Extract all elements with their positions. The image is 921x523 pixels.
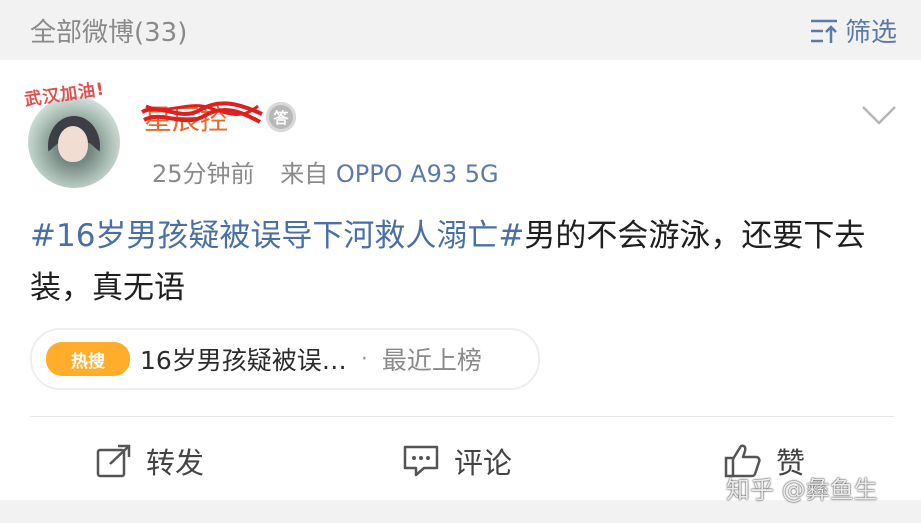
device-link[interactable]: OPPO A93 5G: [336, 160, 499, 188]
hot-search-rank: 最近上榜: [381, 346, 482, 375]
filter-button[interactable]: 筛选: [809, 12, 897, 49]
watermark: 知乎 @彝鱼生: [726, 476, 878, 504]
username-text: 星辰控: [144, 103, 229, 136]
repost-icon: [96, 444, 131, 478]
comment-icon: [403, 445, 439, 477]
source-prefix: 来自: [280, 160, 329, 188]
avatar-image: [28, 96, 120, 188]
chevron-down-icon[interactable]: [861, 104, 897, 126]
repost-label: 转发: [146, 446, 205, 480]
weibo-count: 全部微博(33): [30, 18, 188, 48]
post-meta: 25分钟前 来自 OPPO A93 5G: [152, 154, 499, 189]
comment-button[interactable]: 评论: [402, 440, 512, 482]
separator-dot: ·: [360, 346, 368, 372]
comment-label: 评论: [454, 446, 513, 480]
username[interactable]: 星辰控: [141, 98, 263, 138]
hashtag-link[interactable]: #16岁男孩疑被误导下河救人溺亡#: [30, 218, 524, 254]
divider: [30, 416, 894, 417]
avatar[interactable]: 武汉加油!: [23, 79, 122, 188]
filter-icon: [810, 19, 837, 43]
answerer-badge-icon: 答: [266, 102, 296, 132]
avatar-face: [58, 126, 88, 162]
top-bar: 全部微博(33) 筛选: [0, 0, 921, 58]
hot-search-title: 16岁男孩疑被误…: [140, 346, 347, 375]
weibo-post-card: 武汉加油! 星辰控 答 25分钟前 来自 OPPO A93 5G #16岁男孩疑…: [0, 60, 921, 500]
post-time: 25分钟前: [152, 160, 255, 188]
repost-button[interactable]: 转发: [96, 440, 204, 482]
hot-search-badge: 热搜: [46, 342, 130, 376]
hot-search-card[interactable]: 热搜 16岁男孩疑被误… · 最近上榜: [30, 328, 540, 390]
post-content: #16岁男孩疑被误导下河救人溺亡#男的不会游泳，还要下去装，真无语: [30, 210, 890, 314]
filter-label: 筛选: [844, 18, 897, 48]
